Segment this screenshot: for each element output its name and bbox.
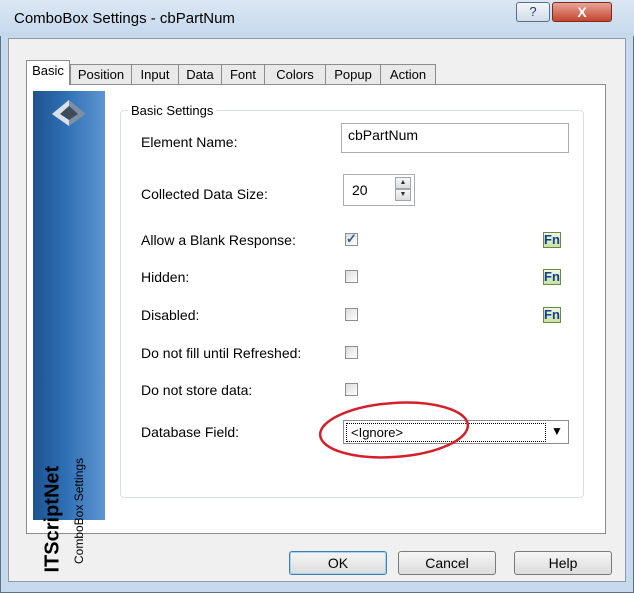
spin-up-button[interactable]: ▲: [395, 177, 411, 189]
close-button[interactable]: X: [552, 2, 612, 22]
help-titlebar-button[interactable]: ?: [516, 2, 550, 22]
annotation-circle: [318, 401, 470, 459]
banner-brand: ITScriptNet: [41, 465, 64, 573]
allow-blank-checkbox[interactable]: [345, 231, 358, 247]
tab-input[interactable]: Input: [131, 64, 179, 84]
tab-font[interactable]: Font: [221, 64, 265, 84]
no-store-checkbox[interactable]: [345, 383, 358, 396]
banner-subtitle: ComboBox Settings: [72, 457, 86, 564]
no-fill-checkbox[interactable]: [345, 346, 358, 359]
collected-size-value[interactable]: 20: [352, 182, 368, 198]
database-field-label: Database Field:: [141, 424, 240, 440]
hidden-checkbox[interactable]: [345, 270, 358, 283]
disabled-label: Disabled:: [141, 307, 200, 323]
help-button[interactable]: Help: [514, 551, 612, 575]
allow-blank-label: Allow a Blank Response:: [141, 232, 296, 248]
tab-popup[interactable]: Popup: [325, 64, 381, 84]
collected-size-label: Collected Data Size:: [141, 186, 268, 202]
element-name-label: Element Name:: [141, 134, 238, 150]
banner-text: ITScriptNet ComboBox Settings: [33, 91, 105, 573]
allow-blank-fn-button[interactable]: Fn: [543, 232, 561, 248]
cancel-button[interactable]: Cancel: [398, 551, 496, 575]
tab-position[interactable]: Position: [70, 64, 132, 84]
ok-button[interactable]: OK: [289, 551, 387, 575]
tab-data[interactable]: Data: [178, 64, 222, 84]
chevron-down-icon[interactable]: ▼: [551, 424, 563, 438]
spin-down-button[interactable]: ▼: [395, 189, 411, 201]
no-fill-label: Do not fill until Refreshed:: [141, 345, 302, 361]
no-store-label: Do not store data:: [141, 382, 253, 398]
tab-action[interactable]: Action: [380, 64, 436, 84]
element-name-input[interactable]: cbPartNum: [341, 123, 569, 153]
tab-colors[interactable]: Colors: [264, 64, 326, 84]
window-title: ComboBox Settings - cbPartNum: [14, 10, 235, 27]
hidden-fn-button[interactable]: Fn: [543, 269, 561, 285]
tab-basic[interactable]: Basic: [26, 60, 70, 85]
disabled-fn-button[interactable]: Fn: [543, 307, 561, 323]
hidden-label: Hidden:: [141, 269, 190, 285]
disabled-checkbox[interactable]: [345, 308, 358, 321]
group-label: Basic Settings: [128, 103, 217, 118]
